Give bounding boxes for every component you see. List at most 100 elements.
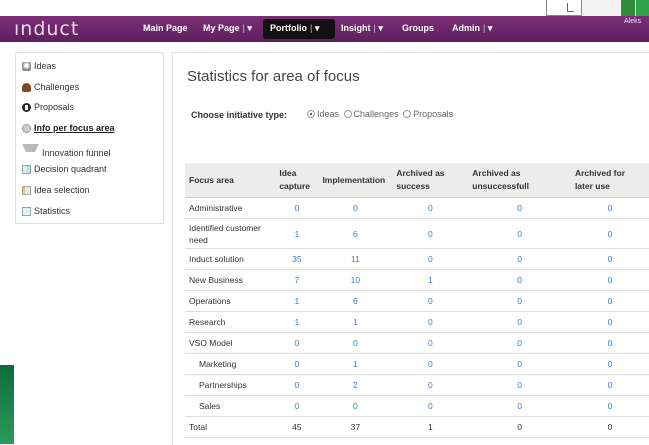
sidebar-item-idea-selection[interactable]: Idea selection bbox=[22, 185, 90, 195]
count-link[interactable]: 0 bbox=[392, 311, 469, 333]
count-link[interactable]: 0 bbox=[275, 374, 319, 396]
count-link[interactable]: 0 bbox=[570, 311, 649, 333]
radio-challenges[interactable]: Challenges bbox=[343, 109, 399, 119]
count-link[interactable]: 0 bbox=[570, 353, 649, 375]
count-link[interactable]: 0 bbox=[468, 248, 571, 270]
top-navbar: ınduct Main Page My Page | ▾ Portfolio | ▾… bbox=[0, 16, 649, 42]
count-link[interactable]: 0 bbox=[570, 248, 649, 270]
focus-area-table: Focus area Idea capture Implementation A… bbox=[185, 163, 649, 438]
sidebar-item-innovation-funnel[interactable]: Innovation funnel bbox=[22, 144, 111, 161]
count-link[interactable]: 1 bbox=[318, 311, 393, 333]
radio-ideas[interactable]: Ideas bbox=[307, 109, 339, 119]
sidebar-item-label: Idea selection bbox=[34, 185, 90, 195]
initiative-type-radios: Ideas Challenges Proposals bbox=[307, 109, 455, 120]
chevron-down-icon: ▾ bbox=[487, 23, 493, 33]
count-link[interactable]: 0 bbox=[570, 374, 649, 396]
nav-item-label: Groups bbox=[402, 23, 435, 33]
sidebar-item-statistics[interactable]: Statistics bbox=[22, 206, 70, 216]
count-link[interactable]: 0 bbox=[275, 197, 319, 219]
funnel-icon bbox=[22, 144, 39, 161]
count-link[interactable]: 10 bbox=[318, 269, 393, 291]
count-link[interactable]: 0 bbox=[318, 395, 393, 417]
count-link[interactable]: 0 bbox=[392, 248, 469, 270]
count-link[interactable]: 0 bbox=[570, 332, 649, 354]
count-link[interactable]: 1 bbox=[392, 269, 469, 291]
table-total-row: Total 45 37 1 0 0 bbox=[185, 416, 649, 438]
count-link[interactable]: 11 bbox=[318, 248, 393, 270]
total-value: 45 bbox=[275, 416, 319, 438]
count-link[interactable]: 0 bbox=[468, 290, 571, 312]
window-green-block-2 bbox=[636, 0, 649, 16]
count-link[interactable]: 0 bbox=[392, 353, 469, 375]
selection-icon bbox=[22, 185, 31, 195]
count-link[interactable]: 2 bbox=[318, 374, 393, 396]
count-link[interactable]: 0 bbox=[275, 332, 319, 354]
count-link[interactable]: 0 bbox=[275, 395, 319, 417]
count-link[interactable]: 35 bbox=[275, 248, 319, 270]
count-link[interactable]: 0 bbox=[570, 197, 649, 219]
sidebar-item-label: Ideas bbox=[34, 61, 57, 71]
count-link[interactable]: 0 bbox=[468, 311, 571, 333]
count-link[interactable]: 0 bbox=[570, 290, 649, 312]
radio-label: Ideas bbox=[317, 109, 340, 119]
count-link[interactable]: 0 bbox=[318, 197, 393, 219]
count-link[interactable]: 6 bbox=[318, 290, 393, 312]
count-link[interactable]: 0 bbox=[468, 374, 571, 396]
table-row: Marketing 0 1 0 0 0 bbox=[185, 353, 649, 375]
count-link[interactable]: 0 bbox=[468, 269, 571, 291]
count-link[interactable]: 0 bbox=[468, 353, 571, 375]
focus-area-name: Partnerships bbox=[185, 374, 276, 396]
count-link[interactable]: 7 bbox=[275, 269, 319, 291]
user-name[interactable]: Aleks bbox=[624, 18, 641, 25]
nav-groups[interactable]: Groups bbox=[402, 23, 434, 33]
sidebar-item-label: Innovation funnel bbox=[42, 147, 111, 158]
initiative-type-label: Choose initiative type: bbox=[191, 110, 288, 120]
count-link[interactable]: 0 bbox=[318, 332, 393, 354]
nav-admin[interactable]: Admin | ▾ bbox=[452, 23, 492, 34]
count-link[interactable]: 1 bbox=[275, 311, 319, 333]
count-link[interactable]: 1 bbox=[275, 290, 319, 312]
radio-proposals[interactable]: Proposals bbox=[403, 109, 453, 119]
count-link[interactable]: 0 bbox=[392, 332, 469, 354]
count-link[interactable]: 0 bbox=[570, 218, 649, 249]
table-row: Operations 1 6 0 0 0 bbox=[185, 290, 649, 312]
count-link[interactable]: 1 bbox=[275, 218, 319, 249]
sidebar-item-challenges[interactable]: Challenges bbox=[22, 82, 79, 92]
radio-selected-icon bbox=[307, 110, 315, 118]
sidebar-item-info-per-focus-area[interactable]: Info per focus area bbox=[22, 123, 115, 133]
column-header: Archived as success bbox=[392, 163, 469, 198]
sidebar-item-decision-quadrant[interactable]: Decision quadrant bbox=[22, 164, 107, 174]
nav-main-page[interactable]: Main Page bbox=[143, 23, 188, 33]
sidebar-item-proposals[interactable]: Proposals bbox=[22, 102, 74, 112]
count-link[interactable]: 0 bbox=[392, 197, 469, 219]
table-row: New Business 7 10 1 0 0 bbox=[185, 269, 649, 291]
column-header: Implementation bbox=[318, 163, 393, 198]
column-header: Archived as unsuccessfull bbox=[468, 163, 571, 198]
nav-my-page[interactable]: My Page | ▾ bbox=[203, 23, 252, 34]
count-link[interactable]: 0 bbox=[392, 290, 469, 312]
count-link[interactable]: 0 bbox=[275, 353, 319, 375]
count-link[interactable]: 1 bbox=[318, 353, 393, 375]
nav-separator: | bbox=[373, 23, 376, 33]
count-link[interactable]: 0 bbox=[570, 269, 649, 291]
count-link[interactable]: 0 bbox=[392, 395, 469, 417]
count-link[interactable]: 0 bbox=[468, 218, 571, 249]
sidebar-item-ideas[interactable]: Ideas bbox=[22, 61, 56, 71]
chevron-down-icon: ▾ bbox=[314, 23, 320, 33]
count-link[interactable]: 0 bbox=[392, 218, 469, 249]
nav-portfolio[interactable]: Portfolio | ▾ bbox=[270, 23, 319, 34]
app-logo[interactable]: ınduct bbox=[14, 18, 79, 40]
count-link[interactable]: 0 bbox=[468, 197, 571, 219]
nav-insight[interactable]: Insight | ▾ bbox=[341, 23, 383, 34]
count-link[interactable]: 0 bbox=[392, 374, 469, 396]
count-link[interactable]: 0 bbox=[468, 332, 571, 354]
chevron-down-icon: ▾ bbox=[247, 23, 252, 33]
nav-item-label: Main Page bbox=[143, 23, 188, 33]
count-link[interactable]: 0 bbox=[468, 395, 571, 417]
count-link[interactable]: 6 bbox=[318, 218, 393, 249]
quadrant-icon bbox=[22, 164, 31, 174]
window-frame-box bbox=[546, 0, 582, 16]
column-header: Focus area bbox=[185, 163, 276, 198]
count-link[interactable]: 0 bbox=[570, 395, 649, 417]
table-row: Induct solution 35 11 0 0 0 bbox=[185, 248, 649, 270]
